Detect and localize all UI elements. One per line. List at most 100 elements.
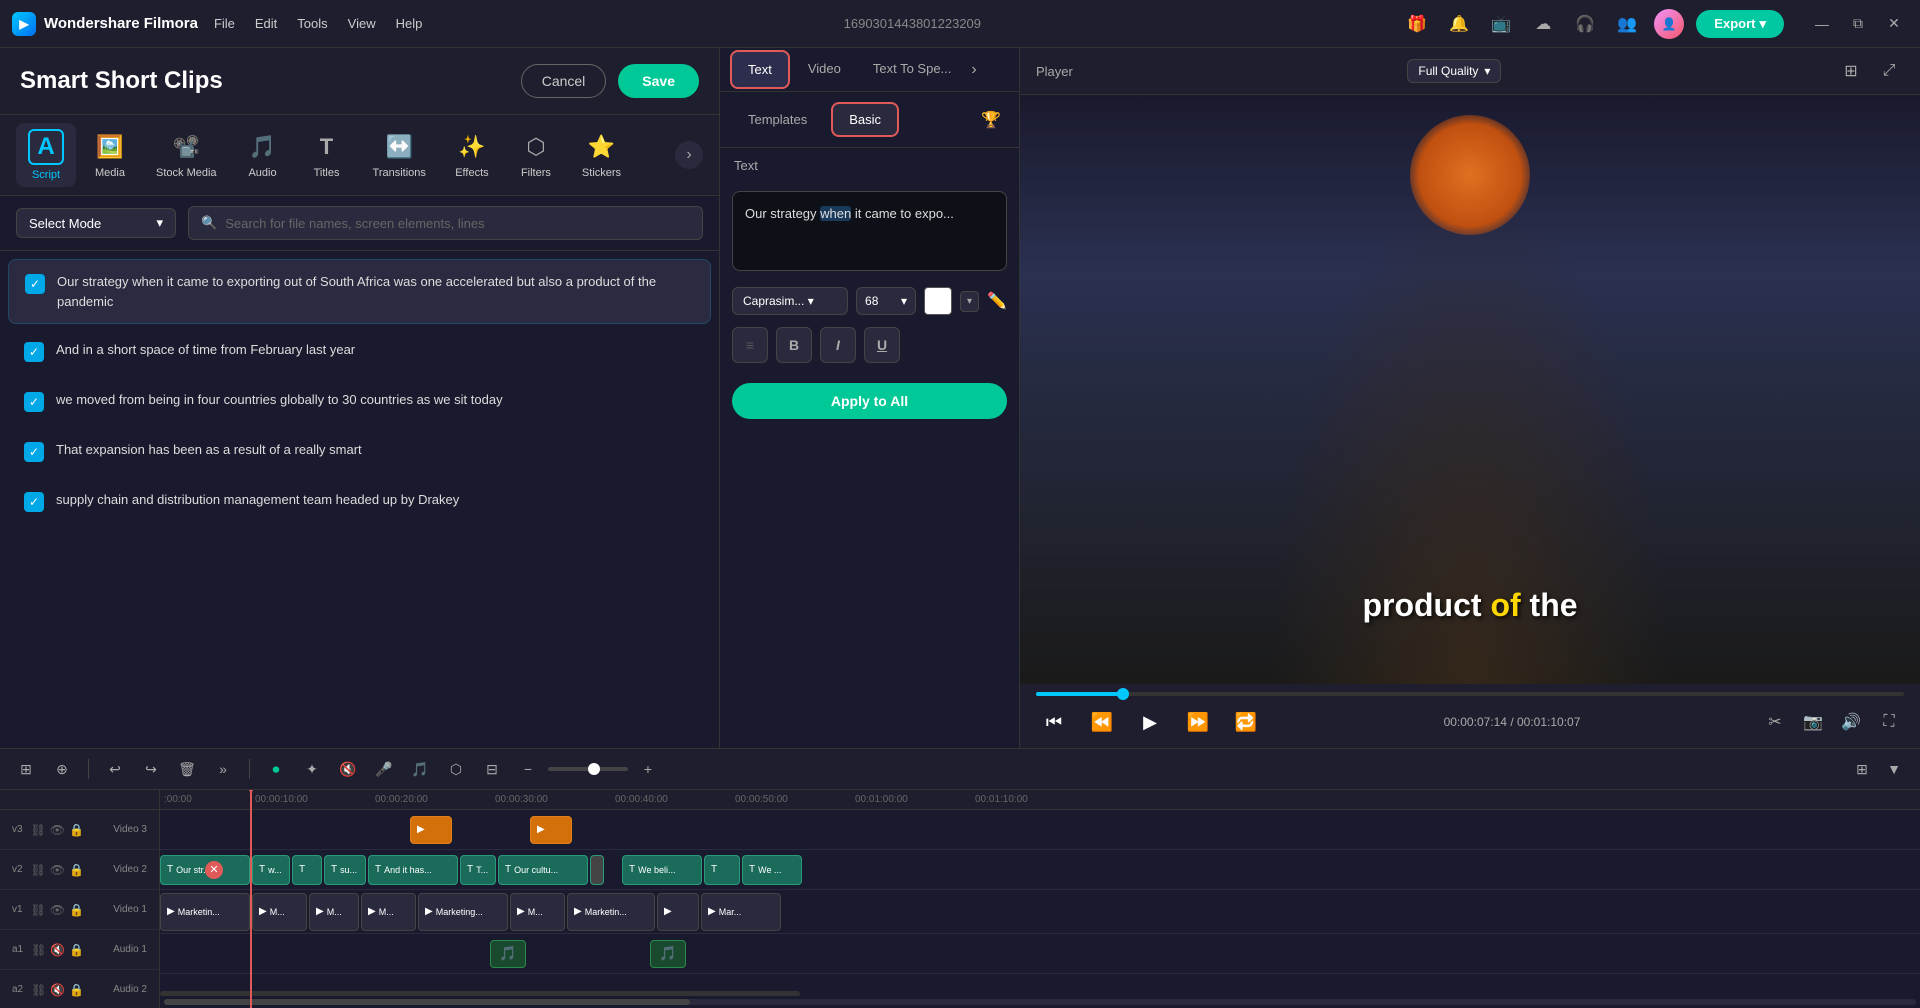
eye-icon-v2[interactable]: 👁 (50, 863, 65, 877)
lock-icon[interactable]: 🔒 (69, 823, 84, 837)
quality-select[interactable]: Full Quality ▾ (1407, 59, 1501, 83)
step-back-button[interactable]: ⏪ (1084, 704, 1120, 740)
clip-v3-1[interactable]: ▶ (410, 816, 452, 844)
undo-button[interactable]: ↩ (101, 755, 129, 783)
underline-button[interactable]: U (864, 327, 900, 363)
clip-v2-9[interactable]: T (704, 855, 740, 885)
tool-stickers[interactable]: ⭐ Stickers (570, 125, 633, 185)
scrollbar-thumb[interactable] (164, 999, 690, 1005)
checkbox-2[interactable]: ✓ (24, 342, 44, 362)
sub-tab-templates[interactable]: Templates (732, 104, 823, 135)
step-forward-button[interactable]: ⏩ (1180, 704, 1216, 740)
close-button[interactable]: ✕ (1880, 10, 1908, 38)
link-icon-a1[interactable]: ⛓ (31, 943, 46, 957)
playhead[interactable] (250, 790, 252, 1008)
menu-file[interactable]: File (214, 16, 235, 31)
fullscreen-icon[interactable]: ⛶ (1874, 707, 1904, 737)
screen-record-icon[interactable]: 📺 (1486, 9, 1516, 39)
menu-edit[interactable]: Edit (255, 16, 277, 31)
lock-icon-v2[interactable]: 🔒 (69, 863, 84, 877)
clip-v2-7[interactable]: T Our cultu... (498, 855, 588, 885)
audio-icon[interactable]: 🔊 (1836, 707, 1866, 737)
cloud-icon[interactable]: ☁ (1528, 9, 1558, 39)
clip-v3-2[interactable]: ▶ (530, 816, 572, 844)
tab-text[interactable]: Text (730, 50, 790, 89)
script-item-4[interactable]: ✓ That expansion has been as a result of… (8, 428, 711, 474)
delete-button[interactable]: 🗑 (173, 755, 201, 783)
link-icon-v1[interactable]: ⛓ (31, 903, 46, 917)
crop-icon[interactable]: ✂ (1760, 707, 1790, 737)
magnet-button[interactable]: ⊕ (48, 755, 76, 783)
clip-v2-5[interactable]: T And it has... (368, 855, 458, 885)
zoom-out-button[interactable]: − (514, 755, 542, 783)
checkbox-1[interactable]: ✓ (25, 274, 45, 294)
color-swatch[interactable] (924, 287, 952, 315)
tool-filters[interactable]: ⬡ Filters (506, 125, 566, 185)
delete-button-v2-1[interactable]: ✕ (205, 861, 223, 879)
checkbox-3[interactable]: ✓ (24, 392, 44, 412)
script-item-1[interactable]: ✓ Our strategy when it came to exporting… (8, 259, 711, 324)
save-button[interactable]: Save (618, 64, 699, 98)
lock-icon-v1[interactable]: 🔒 (69, 903, 84, 917)
tool-titles[interactable]: T Titles (297, 125, 357, 185)
menu-view[interactable]: View (348, 16, 376, 31)
add-track-button[interactable]: ⊞ (12, 755, 40, 783)
more-options-button[interactable]: » (209, 755, 237, 783)
gift-icon[interactable]: 🎁 (1402, 9, 1432, 39)
zoom-slider[interactable] (548, 767, 628, 771)
sub-tab-basic[interactable]: Basic (831, 102, 899, 137)
users-icon[interactable]: 👥 (1612, 9, 1642, 39)
clip-v2-2[interactable]: T w... (252, 855, 290, 885)
progress-bar[interactable] (1036, 692, 1904, 696)
script-item-3[interactable]: ✓ we moved from being in four countries … (8, 378, 711, 424)
eyedropper-icon[interactable]: ✏️ (987, 291, 1007, 311)
mode-select[interactable]: Select Mode ▾ (16, 208, 176, 238)
tool-script[interactable]: A Script (16, 123, 76, 187)
skip-back-button[interactable]: ⏮ (1036, 704, 1072, 740)
italic-button[interactable]: I (820, 327, 856, 363)
mic-button[interactable]: 🎤 (370, 755, 398, 783)
snap-button[interactable]: ✦ (298, 755, 326, 783)
group-button[interactable]: ⊟ (478, 755, 506, 783)
menu-tools[interactable]: Tools (297, 16, 327, 31)
tab-video[interactable]: Video (792, 49, 857, 90)
font-size-input[interactable]: 68 ▾ (856, 287, 916, 315)
clip-v2-8[interactable]: T We beli... (622, 855, 702, 885)
eye-icon-v1[interactable]: 👁 (50, 903, 65, 917)
lock-icon-a2[interactable]: 🔒 (69, 983, 84, 997)
expand-icon[interactable]: ⤢ (1874, 56, 1904, 86)
clip-v2-6[interactable]: T T... (460, 855, 496, 885)
transform-button[interactable]: ⬡ (442, 755, 470, 783)
clip-v1-2[interactable]: ▶ M... (252, 893, 307, 931)
search-icon[interactable]: 🔔 (1444, 9, 1474, 39)
minimize-button[interactable]: — (1808, 10, 1836, 38)
cancel-button[interactable]: Cancel (521, 64, 607, 98)
clip-v1-4[interactable]: ▶ M... (361, 893, 416, 931)
eye-icon[interactable]: 👁 (50, 823, 65, 837)
clip-v2-10[interactable]: T We ... (742, 855, 802, 885)
lock-icon-a1[interactable]: 🔒 (69, 943, 84, 957)
clip-v1-6[interactable]: ▶ M... (510, 893, 565, 931)
search-input[interactable]: 🔍 Search for file names, screen elements… (188, 206, 703, 240)
clip-v2-1[interactable]: T Our str... ✕ (160, 855, 250, 885)
audio-clip-a1-1[interactable]: 🎵 (490, 940, 526, 968)
audio-clip-a1-2[interactable]: 🎵 (650, 940, 686, 968)
headset-icon[interactable]: 🎧 (1570, 9, 1600, 39)
maximize-button[interactable]: ⧉ (1844, 10, 1872, 38)
snapshot-icon[interactable]: 📷 (1798, 707, 1828, 737)
play-button[interactable]: ▶ (1132, 704, 1168, 740)
loop-button[interactable]: 🔁 (1228, 704, 1264, 740)
tool-stock-media[interactable]: 📽️ Stock Media (144, 125, 229, 185)
zoom-thumb[interactable] (588, 763, 600, 775)
settings-icon[interactable]: ▼ (1880, 755, 1908, 783)
clip-v1-9[interactable]: ▶ Mar... (701, 893, 781, 931)
tool-effects[interactable]: ✨ Effects (442, 125, 502, 185)
record-button[interactable]: ⏺ (262, 755, 290, 783)
clip-v2-3[interactable]: T (292, 855, 322, 885)
horizontal-scrollbar[interactable] (160, 996, 1920, 1008)
font-family-select[interactable]: Caprasim... ▾ (732, 287, 848, 315)
checkbox-4[interactable]: ✓ (24, 442, 44, 462)
tool-audio[interactable]: 🎵 Audio (233, 125, 293, 185)
music-button[interactable]: 🎵 (406, 755, 434, 783)
redo-button[interactable]: ↪ (137, 755, 165, 783)
